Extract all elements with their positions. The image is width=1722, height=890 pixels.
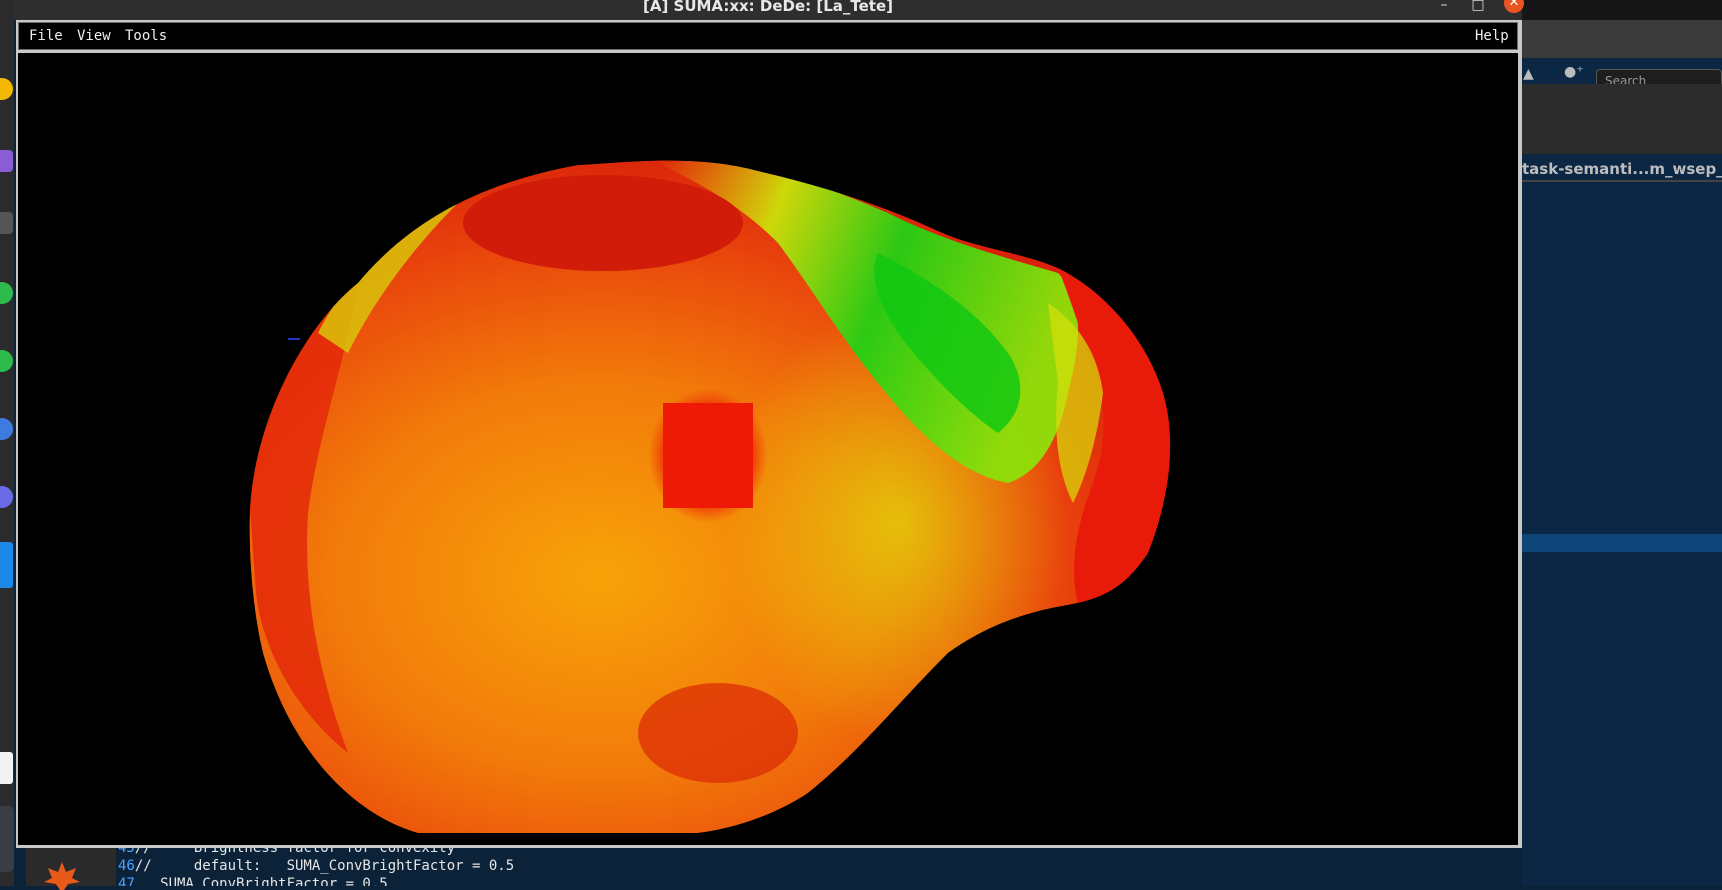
head-surface-render[interactable] bbox=[18, 53, 1518, 845]
window-title: [A] SUMA:xx: DeDe: [La_Tete] bbox=[642, 0, 894, 15]
app-icon-green[interactable] bbox=[0, 282, 13, 304]
code-line: 47 SUMA_ConvBrightFactor = 0.5 bbox=[118, 876, 388, 886]
background-app-tabbar bbox=[1520, 84, 1722, 154]
selected-row[interactable] bbox=[1520, 534, 1722, 552]
code-line: 46// default: SUMA_ConvBrightFactor = 0.… bbox=[118, 858, 515, 874]
3d-surface-viewer[interactable] bbox=[18, 53, 1518, 845]
menubar: File View Tools Help bbox=[18, 22, 1518, 50]
window-titlebar[interactable]: [A] SUMA:xx: DeDe: [La_Tete] – □ ✕ bbox=[14, 0, 1524, 20]
menu-file[interactable]: File bbox=[29, 28, 63, 44]
menu-help[interactable]: Help bbox=[1475, 28, 1509, 44]
app-icon-blue-square[interactable] bbox=[0, 542, 13, 588]
app-icon-white[interactable] bbox=[0, 752, 13, 784]
background-app-toolbar bbox=[1520, 20, 1722, 58]
add-node-icon[interactable]: ●⁺ bbox=[1564, 64, 1584, 80]
app-icon-green[interactable] bbox=[0, 350, 13, 372]
divider bbox=[1520, 180, 1722, 182]
application-dock bbox=[0, 0, 14, 886]
background-app-window[interactable]: ▲ ●⁺ Search task-semanti...m_wsep_deco bbox=[1520, 20, 1722, 886]
app-icon-yellow[interactable] bbox=[0, 78, 13, 100]
menu-view[interactable]: View bbox=[77, 28, 111, 44]
app-icon-blue[interactable] bbox=[0, 418, 13, 440]
minimize-icon[interactable]: – bbox=[1434, 0, 1454, 13]
app-icon-gray[interactable] bbox=[0, 212, 13, 234]
menu-tools[interactable]: Tools bbox=[125, 28, 167, 44]
maximize-icon[interactable]: □ bbox=[1468, 0, 1488, 13]
app-icon-purple[interactable] bbox=[0, 150, 13, 172]
app-icon-violet[interactable] bbox=[0, 486, 13, 508]
dock-active-item[interactable] bbox=[0, 806, 14, 872]
suma-window: File View Tools Help bbox=[16, 20, 1522, 848]
triangle-icon[interactable]: ▲ bbox=[1523, 66, 1534, 82]
background-app-tab[interactable]: task-semanti...m_wsep_deco bbox=[1522, 160, 1722, 178]
